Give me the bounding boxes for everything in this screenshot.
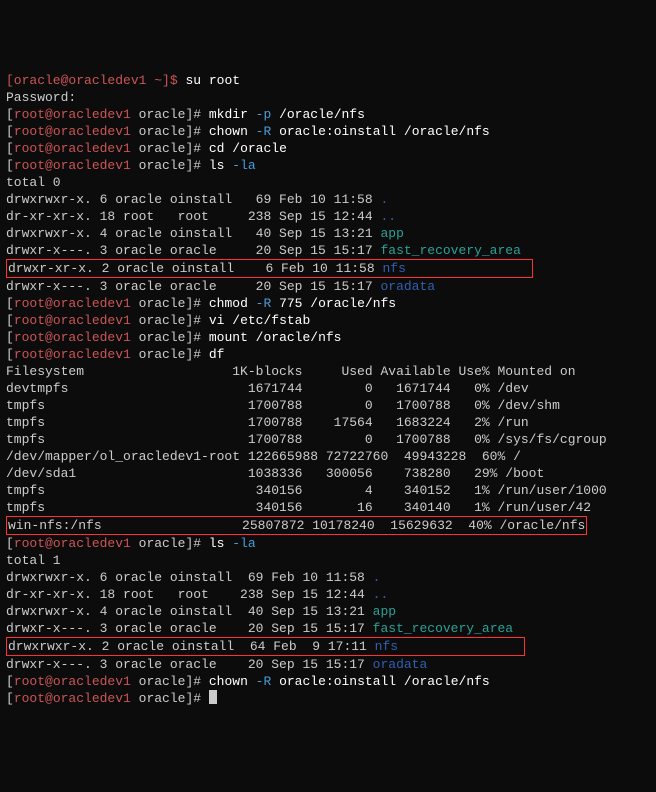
ls-name: app: [373, 604, 396, 619]
cmd-chown-flag: -R: [256, 124, 272, 139]
cmd-chown-args: oracle:oinstall /oracle/nfs: [271, 124, 489, 139]
ls-row: drwxr-x---. 3 oracle oracle 20 Sep 15 15…: [6, 243, 380, 258]
prompt-root: root@oracledev1: [14, 313, 131, 328]
ls-row: dr-xr-xr-x. 18 root root 238 Sep 15 12:4…: [6, 587, 373, 602]
highlight-nfs-row-2: drwxrwxr-x. 2 oracle oinstall 64 Feb 9 1…: [6, 637, 525, 656]
prompt-root: root@oracledev1: [14, 107, 131, 122]
df-header: Filesystem 1K-blocks Used Available Use%…: [6, 363, 650, 380]
ls-name: .: [373, 570, 381, 585]
prompt-root: root@oracledev1: [14, 296, 131, 311]
cmd-ls-flag: -la: [232, 158, 255, 173]
highlight-nfs-row-1: drwxr-xr-x. 2 oracle oinstall 6 Feb 10 1…: [6, 259, 533, 278]
ls-name: oradata: [373, 657, 428, 672]
prompt-root: root@oracledev1: [14, 347, 131, 362]
ls-row: dr-xr-xr-x. 18 root root 238 Sep 15 12:4…: [6, 209, 380, 224]
prompt-root: root@oracledev1: [14, 158, 131, 173]
prompt-bracket: [: [6, 296, 14, 311]
ls-row: drwxr-xr-x. 2 oracle oinstall 6 Feb 10 1…: [8, 261, 382, 276]
total-line: total 1: [6, 552, 650, 569]
ls-row: drwxr-x---. 3 oracle oracle 20 Sep 15 15…: [6, 279, 380, 294]
prompt-bracket: [: [6, 141, 14, 156]
df-row: tmpfs 1700788 17564 1683224 2% /run: [6, 414, 650, 431]
ls-row: drwxrwxr-x. 4 oracle oinstall 40 Sep 15 …: [6, 226, 380, 241]
cmd-chown-flag: -R: [256, 674, 272, 689]
df-row: /dev/sda1 1038336 300056 738280 29% /boo…: [6, 465, 650, 482]
prompt-path: oracle]#: [131, 536, 209, 551]
ls-name: app: [380, 226, 403, 241]
df-row: tmpfs 340156 16 340140 1% /run/user/42: [6, 499, 650, 516]
cmd-vi: vi /etc/fstab: [209, 313, 310, 328]
prompt-path: oracle]#: [131, 674, 209, 689]
prompt-root: root@oracledev1: [14, 124, 131, 139]
prompt-root: root@oracledev1: [14, 330, 131, 345]
cursor: [209, 690, 217, 704]
cmd-chown: chown: [209, 124, 256, 139]
ls-row: drwxr-x---. 3 oracle oracle 20 Sep 15 15…: [6, 657, 373, 672]
ls-name: oradata: [380, 279, 435, 294]
prompt-bracket: [: [6, 107, 14, 122]
ls-name: ..: [380, 209, 396, 224]
ls-name: .: [380, 192, 388, 207]
ls-name: fast_recovery_area: [373, 621, 513, 636]
ls-name: ..: [373, 587, 389, 602]
df-row: tmpfs 340156 4 340152 1% /run/user/1000: [6, 482, 650, 499]
cmd-cd: cd /oracle: [209, 141, 287, 156]
cmd-mkdir-flag: -p: [256, 107, 272, 122]
highlight-df-nfs: win-nfs:/nfs 25807872 10178240 15629632 …: [6, 516, 587, 535]
prompt-path: oracle]#: [131, 141, 209, 156]
ls-name: fast_recovery_area: [380, 243, 520, 258]
cmd-ls: ls: [209, 158, 232, 173]
df-row: /dev/mapper/ol_oracledev1-root 122665988…: [6, 448, 650, 465]
df-row: tmpfs 1700788 0 1700788 0% /dev/shm: [6, 397, 650, 414]
prompt-path: oracle]#: [131, 158, 209, 173]
prompt-root: root@oracledev1: [14, 674, 131, 689]
cmd-mkdir-path: /oracle/nfs: [271, 107, 365, 122]
total-line: total 0: [6, 174, 650, 191]
terminal-window[interactable]: [oracle@oracledev1 ~]$ su rootPassword:[…: [6, 72, 650, 707]
prompt-path: oracle]#: [131, 313, 209, 328]
cmd-mkdir: mkdir: [209, 107, 256, 122]
cmd-mount: mount /oracle/nfs: [209, 330, 342, 345]
prompt-bracket: [: [6, 691, 14, 706]
ls-row: drwxrwxr-x. 6 oracle oinstall 69 Feb 10 …: [6, 570, 373, 585]
prompt-bracket: [: [6, 313, 14, 328]
ls-row: drwxrwxr-x. 6 oracle oinstall 69 Feb 10 …: [6, 192, 380, 207]
password-prompt: Password:: [6, 89, 650, 106]
prompt-bracket: [: [6, 536, 14, 551]
ls-name: nfs: [375, 639, 398, 654]
cmd-chown: chown: [209, 674, 256, 689]
prompt-user: [oracle@oracledev1 ~]$: [6, 73, 185, 88]
cmd-df: df: [209, 347, 225, 362]
cmd-chown-args: oracle:oinstall /oracle/nfs: [271, 674, 489, 689]
prompt-bracket: [: [6, 347, 14, 362]
ls-row: drwxrwxr-x. 4 oracle oinstall 40 Sep 15 …: [6, 604, 373, 619]
cmd-chmod: chmod: [209, 296, 256, 311]
ls-row: drwxrwxr-x. 2 oracle oinstall 64 Feb 9 1…: [8, 639, 375, 654]
prompt-root: root@oracledev1: [14, 141, 131, 156]
prompt-path: oracle]#: [131, 296, 209, 311]
prompt-bracket: [: [6, 330, 14, 345]
cmd-ls-flag: -la: [232, 536, 255, 551]
prompt-root: root@oracledev1: [14, 691, 131, 706]
prompt-path: oracle]#: [131, 330, 209, 345]
cmd-su: su root: [185, 73, 240, 88]
df-row: devtmpfs 1671744 0 1671744 0% /dev: [6, 380, 650, 397]
prompt-bracket: [: [6, 124, 14, 139]
prompt-path: oracle]#: [131, 107, 209, 122]
cmd-chmod-flag: -R: [256, 296, 272, 311]
prompt-root: root@oracledev1: [14, 536, 131, 551]
prompt-path: oracle]#: [131, 347, 209, 362]
cmd-ls: ls: [209, 536, 232, 551]
prompt-bracket: [: [6, 674, 14, 689]
prompt-path: oracle]#: [131, 691, 209, 706]
df-row: tmpfs 1700788 0 1700788 0% /sys/fs/cgrou…: [6, 431, 650, 448]
prompt-path: oracle]#: [131, 124, 209, 139]
ls-row: drwxr-x---. 3 oracle oracle 20 Sep 15 15…: [6, 621, 373, 636]
ls-name: nfs: [382, 261, 405, 276]
prompt-bracket: [: [6, 158, 14, 173]
cmd-chmod-args: 775 /oracle/nfs: [271, 296, 396, 311]
